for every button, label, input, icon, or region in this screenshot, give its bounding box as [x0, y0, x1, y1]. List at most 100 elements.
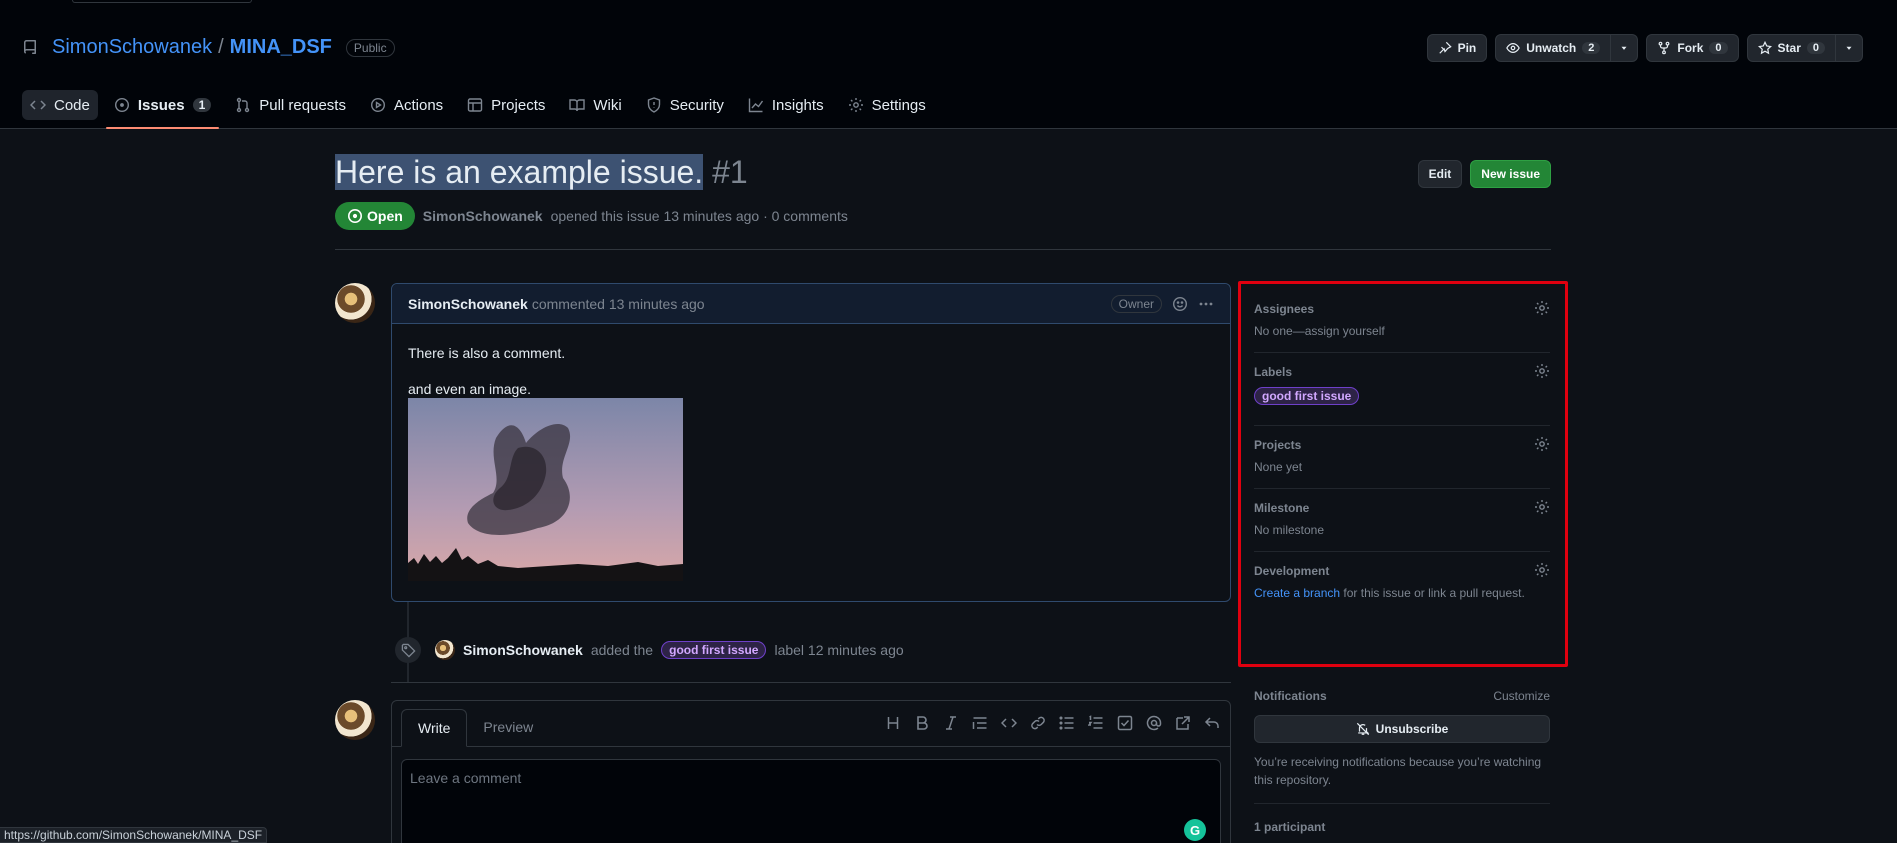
mention-icon[interactable]: [1146, 715, 1162, 731]
milestone-heading: Milestone: [1254, 501, 1310, 515]
edit-button[interactable]: Edit: [1417, 160, 1463, 188]
ordered-list-icon[interactable]: [1088, 715, 1104, 731]
issue-state-badge: Open: [335, 202, 415, 230]
issue-meta: Open SimonSchowanek opened this issue 13…: [335, 202, 1551, 230]
fork-count: 0: [1709, 42, 1728, 54]
visibility-badge: Public: [345, 38, 395, 57]
tab-projects[interactable]: Projects: [459, 90, 553, 120]
tab-preview[interactable]: Preview: [467, 708, 549, 746]
tab-insights[interactable]: Insights: [740, 90, 832, 120]
fork-label: Fork: [1677, 41, 1704, 55]
unsubscribe-label: Unsubscribe: [1375, 722, 1449, 736]
customize-link[interactable]: Customize: [1493, 689, 1550, 703]
unwatch-dropdown-button[interactable]: [1611, 34, 1639, 62]
issue-number: #1: [712, 154, 748, 190]
comment-options-button[interactable]: [1198, 296, 1214, 312]
tab-pull-requests[interactable]: Pull requests: [227, 90, 354, 120]
star-icon: [1757, 41, 1772, 55]
gear-icon[interactable]: [1534, 436, 1550, 452]
sidebar-milestone: Milestone No milestone: [1254, 489, 1550, 552]
add-reaction-button[interactable]: [1172, 296, 1188, 312]
sidebar-labels: Labels good first issue: [1254, 353, 1550, 426]
gear-icon[interactable]: [1534, 562, 1550, 578]
sidebar-notifications: Notifications Customize Unsubscribe You’…: [1254, 689, 1550, 834]
tag-icon: [395, 637, 421, 663]
repo-title: SimonSchowanek / MINA_DSF Public: [22, 36, 395, 59]
star-dropdown-button[interactable]: [1836, 34, 1863, 62]
notifications-reason: You’re receiving notifications because y…: [1254, 755, 1542, 787]
tab-settings[interactable]: Settings: [840, 90, 934, 120]
repo-name-link[interactable]: MINA_DSF: [230, 36, 332, 59]
tab-actions-label: Actions: [393, 96, 444, 114]
issue-header: Here is an example issue. #1 Edit New is…: [335, 150, 1551, 230]
unwatch-button[interactable]: Unwatch 2: [1495, 34, 1612, 62]
tab-projects-label: Projects: [491, 96, 546, 114]
participants-heading: 1 participant: [1254, 820, 1326, 834]
comment-textarea[interactable]: Leave a comment: [401, 759, 1221, 843]
notifications-heading: Notifications: [1254, 689, 1327, 703]
unsubscribe-button[interactable]: Unsubscribe: [1254, 715, 1550, 743]
tab-write[interactable]: Write: [401, 709, 468, 747]
issue-title: Here is an example issue. #1: [335, 150, 1551, 194]
tab-code[interactable]: Code: [22, 90, 98, 120]
grammarly-button[interactable]: G: [1184, 819, 1206, 841]
issue-author-link[interactable]: SimonSchowanek: [423, 208, 543, 224]
tab-pull-requests-label: Pull requests: [259, 96, 346, 114]
gear-icon[interactable]: [1534, 300, 1550, 316]
star-button[interactable]: Star 0: [1746, 34, 1836, 62]
repo-actions: Pin Unwatch 2 Fork 0 Star 0: [1426, 34, 1863, 62]
label-pill[interactable]: good first issue: [661, 641, 767, 659]
projects-heading: Projects: [1254, 438, 1302, 452]
comment-header: SimonSchowanek commented 13 minutes ago …: [392, 284, 1230, 324]
markdown-toolbar: [885, 715, 1220, 731]
link-icon[interactable]: [1030, 715, 1046, 731]
issue-state-label: Open: [367, 208, 403, 224]
kebab-horizontal-icon: [1199, 302, 1213, 305]
starling-murmuration-image[interactable]: [408, 398, 683, 581]
tab-wiki[interactable]: Wiki: [561, 90, 629, 120]
code-icon[interactable]: [1001, 715, 1017, 731]
labels-heading: Labels: [1254, 365, 1293, 379]
task-list-icon[interactable]: [1117, 715, 1133, 731]
comment-author-link[interactable]: SimonSchowanek: [408, 296, 528, 312]
create-branch-link[interactable]: Create a branch: [1254, 586, 1340, 600]
quote-icon[interactable]: [972, 715, 988, 731]
projects-value: None yet: [1254, 460, 1303, 474]
tab-security[interactable]: Security: [638, 90, 732, 120]
tab-issues[interactable]: Issues 1: [105, 90, 220, 129]
fork-button[interactable]: Fork 0: [1646, 34, 1739, 62]
event-actor-link[interactable]: SimonSchowanek: [463, 642, 583, 658]
issue-title-text: Here is an example issue.: [335, 154, 704, 190]
repo-icon: [23, 39, 36, 54]
avatar[interactable]: [335, 700, 375, 740]
reply-icon[interactable]: [1204, 715, 1220, 731]
cross-reference-icon[interactable]: [1175, 715, 1191, 731]
global-search-input[interactable]: [72, 0, 252, 3]
italic-icon[interactable]: [943, 715, 959, 731]
unwatch-label: Unwatch: [1526, 41, 1577, 55]
gear-icon[interactable]: [1534, 363, 1550, 379]
gear-icon[interactable]: [1534, 499, 1550, 515]
comment-meta[interactable]: commented 13 minutes ago: [532, 296, 705, 312]
global-topbar: [0, 0, 1897, 16]
heading-icon[interactable]: [885, 715, 901, 731]
unordered-list-icon[interactable]: [1059, 715, 1075, 731]
pin-button[interactable]: Pin: [1426, 34, 1488, 62]
notifications-divider: [1254, 803, 1550, 804]
comment-text-line: and even an image.: [408, 381, 531, 397]
issue-comment: SimonSchowanek commented 13 minutes ago …: [391, 283, 1231, 602]
avatar[interactable]: [335, 283, 375, 323]
assign-yourself-link[interactable]: No one—assign yourself: [1254, 324, 1550, 338]
repo-owner-link[interactable]: SimonSchowanek: [52, 36, 212, 59]
tab-wiki-label: Wiki: [593, 96, 622, 114]
bell-slash-icon: [1356, 722, 1369, 736]
watchers-count: 2: [1582, 42, 1601, 54]
issue-meta-text: opened this issue 13 minutes ago · 0 com…: [550, 208, 848, 224]
tab-actions[interactable]: Actions: [362, 90, 451, 120]
label-pill[interactable]: good first issue: [1254, 387, 1360, 405]
sidebar-assignees: Assignees No one—assign yourself: [1254, 290, 1550, 353]
issue-sidebar: Assignees No one—assign yourself Labels …: [1254, 290, 1550, 614]
avatar[interactable]: [435, 640, 455, 660]
new-issue-button[interactable]: New issue: [1470, 160, 1551, 188]
bold-icon[interactable]: [914, 715, 930, 731]
